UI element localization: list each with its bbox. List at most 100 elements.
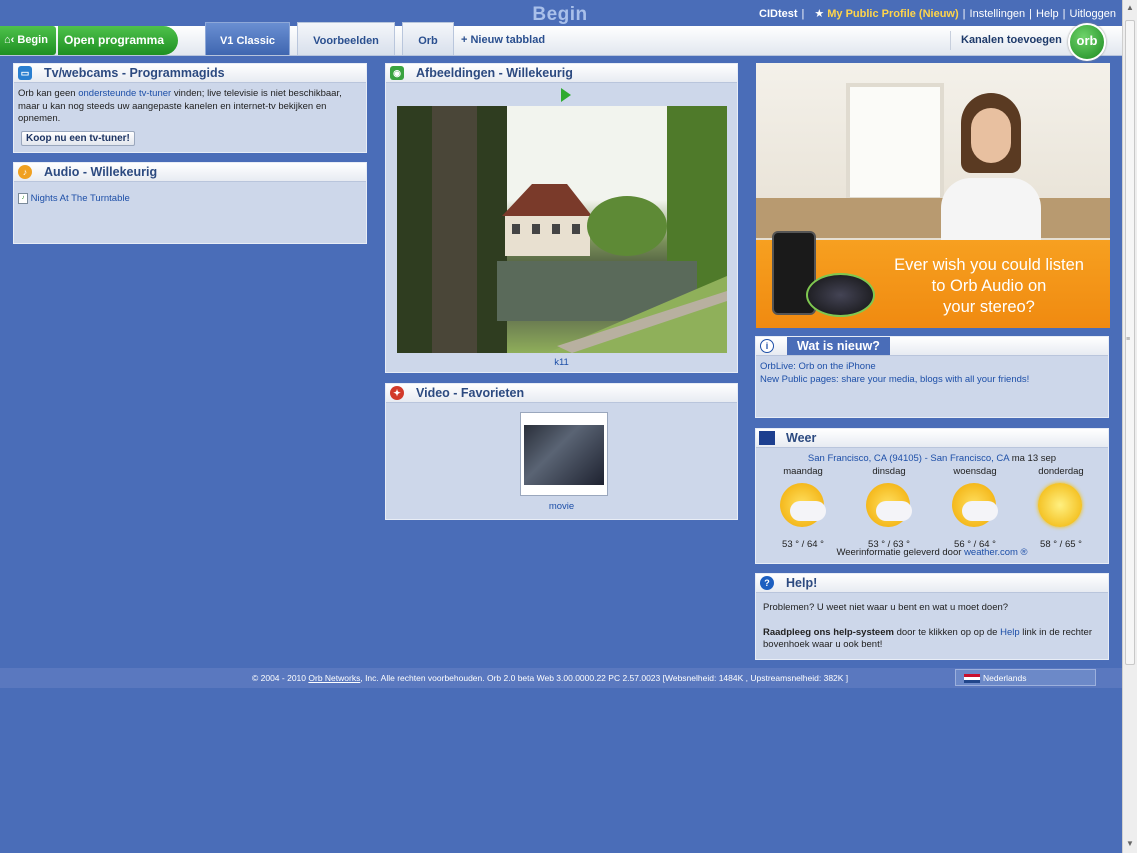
orb-audio-ad-banner[interactable]: Ever wish you could listen to Orb Audio …: [756, 63, 1110, 328]
open-program-button[interactable]: Open programma ▼: [58, 26, 178, 75]
user-link[interactable]: CIDtest: [759, 8, 798, 20]
credit-text: Weerinformatie geleverd door: [836, 547, 962, 558]
tv-message: Orb kan geen ondersteunde tv-tuner vinde…: [18, 88, 362, 126]
grip-icon: ≡: [1126, 336, 1131, 343]
ad-text-line: to Orb Audio on: [931, 277, 1047, 295]
kitchen-window: [846, 83, 944, 201]
tv-panel: ▭ Tv/webcams - Programmagids Orb kan gee…: [13, 63, 367, 153]
audio-file-icon: ♪: [18, 193, 28, 204]
panel-header: i Wat is nieuw?: [756, 337, 1108, 356]
footer: © 2004 - 2010 Orb Networks, Inc. Alle re…: [0, 668, 1122, 688]
begin-button[interactable]: ⌂‹ Begin: [0, 26, 56, 55]
new-tab-link[interactable]: + Nieuw tabblad: [461, 26, 545, 55]
video-panel: ✦ Video - Favorieten movie: [385, 383, 738, 520]
buy-tv-tuner-button[interactable]: Koop nu een tv-tuner!: [21, 131, 135, 146]
panel-header: ? Help!: [756, 574, 1108, 593]
help-line: Problemen? U weet niet waar u bent en wa…: [763, 602, 1009, 613]
home-icon: ⌂‹: [4, 34, 15, 46]
forecast-day: dinsdag 53 ° / 63 °: [848, 466, 930, 550]
camera-icon: ◉: [390, 66, 404, 80]
orb-app: Begin CIDtest | ★ My Public Profile (Nieuw)…: [0, 0, 1122, 853]
orb-networks-link[interactable]: Orb Networks: [308, 673, 360, 683]
partly-cloudy-icon: [934, 479, 1016, 535]
question-icon: ?: [760, 576, 774, 590]
weather-com-link[interactable]: weather.com ®: [964, 547, 1028, 558]
forecast-day: maandag 53 ° / 64 °: [762, 466, 844, 550]
forecast-day: donderdag 58 ° / 65 °: [1020, 466, 1102, 550]
panel-title: Wat is nieuw?: [787, 337, 890, 355]
movie-still: [524, 425, 604, 485]
divider: [950, 31, 951, 50]
copyright: © 2004 - 2010: [252, 673, 306, 683]
weather-location-line: San Francisco, CA (94105) - San Francisc…: [756, 453, 1108, 464]
ad-text: Ever wish you could listen to Orb Audio …: [874, 255, 1104, 318]
ad-text-line: Ever wish you could listen: [894, 256, 1084, 274]
music-note-icon: ♪: [18, 165, 32, 179]
day-name: woensdag: [953, 466, 997, 477]
public-profile-link[interactable]: My Public Profile (Nieuw): [827, 8, 958, 20]
add-channels-link[interactable]: Kanalen toevoegen: [961, 26, 1062, 55]
weather-date: ma 13 sep: [1011, 453, 1057, 464]
tab-v1-classic[interactable]: V1 Classic: [205, 22, 290, 55]
photo-caption-link[interactable]: k11: [386, 357, 737, 368]
logout-link[interactable]: Uitloggen: [1070, 8, 1116, 20]
panel-header: Weer: [756, 429, 1108, 448]
top-bar: Begin CIDtest | ★ My Public Profile (Nieuw)…: [0, 0, 1122, 26]
forecast-day: woensdag 56 ° / 64 °: [934, 466, 1016, 550]
scroll-up-icon[interactable]: ▲: [1125, 2, 1135, 14]
next-arrow-icon[interactable]: [561, 88, 571, 102]
ad-text-line: your stereo?: [943, 298, 1035, 316]
tv-icon: ▭: [18, 66, 32, 80]
weather-location-link[interactable]: San Francisco, CA (94105) - San Francisc…: [808, 453, 1009, 464]
panel-header: ♪ Audio - Willekeurig: [14, 163, 366, 182]
woman-figure: [931, 93, 1051, 248]
help-line: Raadpleeg ons help-systeem door te klikk…: [763, 627, 1101, 652]
news-list: OrbLive: Orb on the iPhone New Public pa…: [760, 361, 1104, 386]
day-name: dinsdag: [872, 466, 906, 477]
panel-header: ▭ Tv/webcams - Programmagids: [14, 64, 366, 83]
tab-orb[interactable]: Orb: [402, 22, 454, 55]
video-caption-link[interactable]: movie: [386, 501, 737, 512]
landscape-photo[interactable]: [397, 106, 727, 353]
whats-new-panel: i Wat is nieuw? OrbLive: Orb on the iPho…: [755, 336, 1109, 418]
partly-cloudy-icon: [762, 479, 844, 535]
tab-bar: ⌂‹ Begin Open programma ▼ V1 Classic Voo…: [0, 22, 1122, 75]
help-inline-link[interactable]: Help: [1000, 627, 1020, 638]
panel-header: ✦ Video - Favorieten: [386, 384, 737, 403]
help-link[interactable]: Help: [1036, 8, 1059, 20]
video-thumbnail[interactable]: [520, 412, 608, 496]
weather-channel-icon: [759, 431, 775, 445]
tv-text: Orb kan geen: [18, 88, 76, 99]
info-icon: i: [760, 339, 774, 353]
begin-label: Begin: [17, 34, 48, 46]
help-panel: ? Help! Problemen? U weet niet waar u be…: [755, 573, 1109, 660]
help-system-label: Raadpleeg ons help-systeem: [763, 626, 894, 638]
weather-credit: Weerinformatie geleverd door weather.com…: [756, 547, 1108, 558]
panel-title: Video - Favorieten: [416, 386, 525, 400]
scroll-down-icon[interactable]: ▼: [1125, 838, 1135, 850]
orb-logo[interactable]: orb: [1068, 23, 1106, 61]
settings-link[interactable]: Instellingen: [970, 8, 1026, 20]
tv-tuner-link[interactable]: ondersteunde tv-tuner: [78, 88, 171, 99]
orb-device-image: [806, 273, 875, 317]
tab-voorbeelden[interactable]: Voorbeelden: [297, 22, 395, 55]
panel-title: Weer: [786, 431, 817, 445]
footer-text: © 2004 - 2010 Orb Networks, Inc. Alle re…: [252, 673, 848, 683]
open-program-label: Open programma: [64, 33, 165, 47]
panel-title: Afbeeldingen - Willekeurig: [416, 66, 573, 80]
day-name: donderdag: [1038, 466, 1084, 477]
weather-panel: Weer San Francisco, CA (94105) - San Fra…: [755, 428, 1109, 564]
partly-cloudy-icon: [848, 479, 930, 535]
language-label: Nederlands: [983, 673, 1027, 683]
star-icon: ★: [814, 8, 825, 20]
news-item-link[interactable]: New Public pages: share your media, blog…: [760, 374, 1104, 387]
page-title: Begin: [532, 4, 588, 25]
vertical-scrollbar[interactable]: ▲ ≡ ▼: [1122, 0, 1137, 853]
sunny-icon: [1020, 479, 1102, 535]
news-item-link[interactable]: OrbLive: Orb on the iPhone: [760, 361, 1104, 374]
panel-title: Audio - Willekeurig: [44, 165, 158, 179]
audio-item-link[interactable]: Nights At The Turntable: [31, 193, 130, 204]
language-select[interactable]: Nederlands: [955, 669, 1096, 686]
help-text: Problemen? U weet niet waar u bent en wa…: [763, 602, 1101, 652]
audio-panel: ♪ Audio - Willekeurig ♪ Nights At The Tu…: [13, 162, 367, 244]
